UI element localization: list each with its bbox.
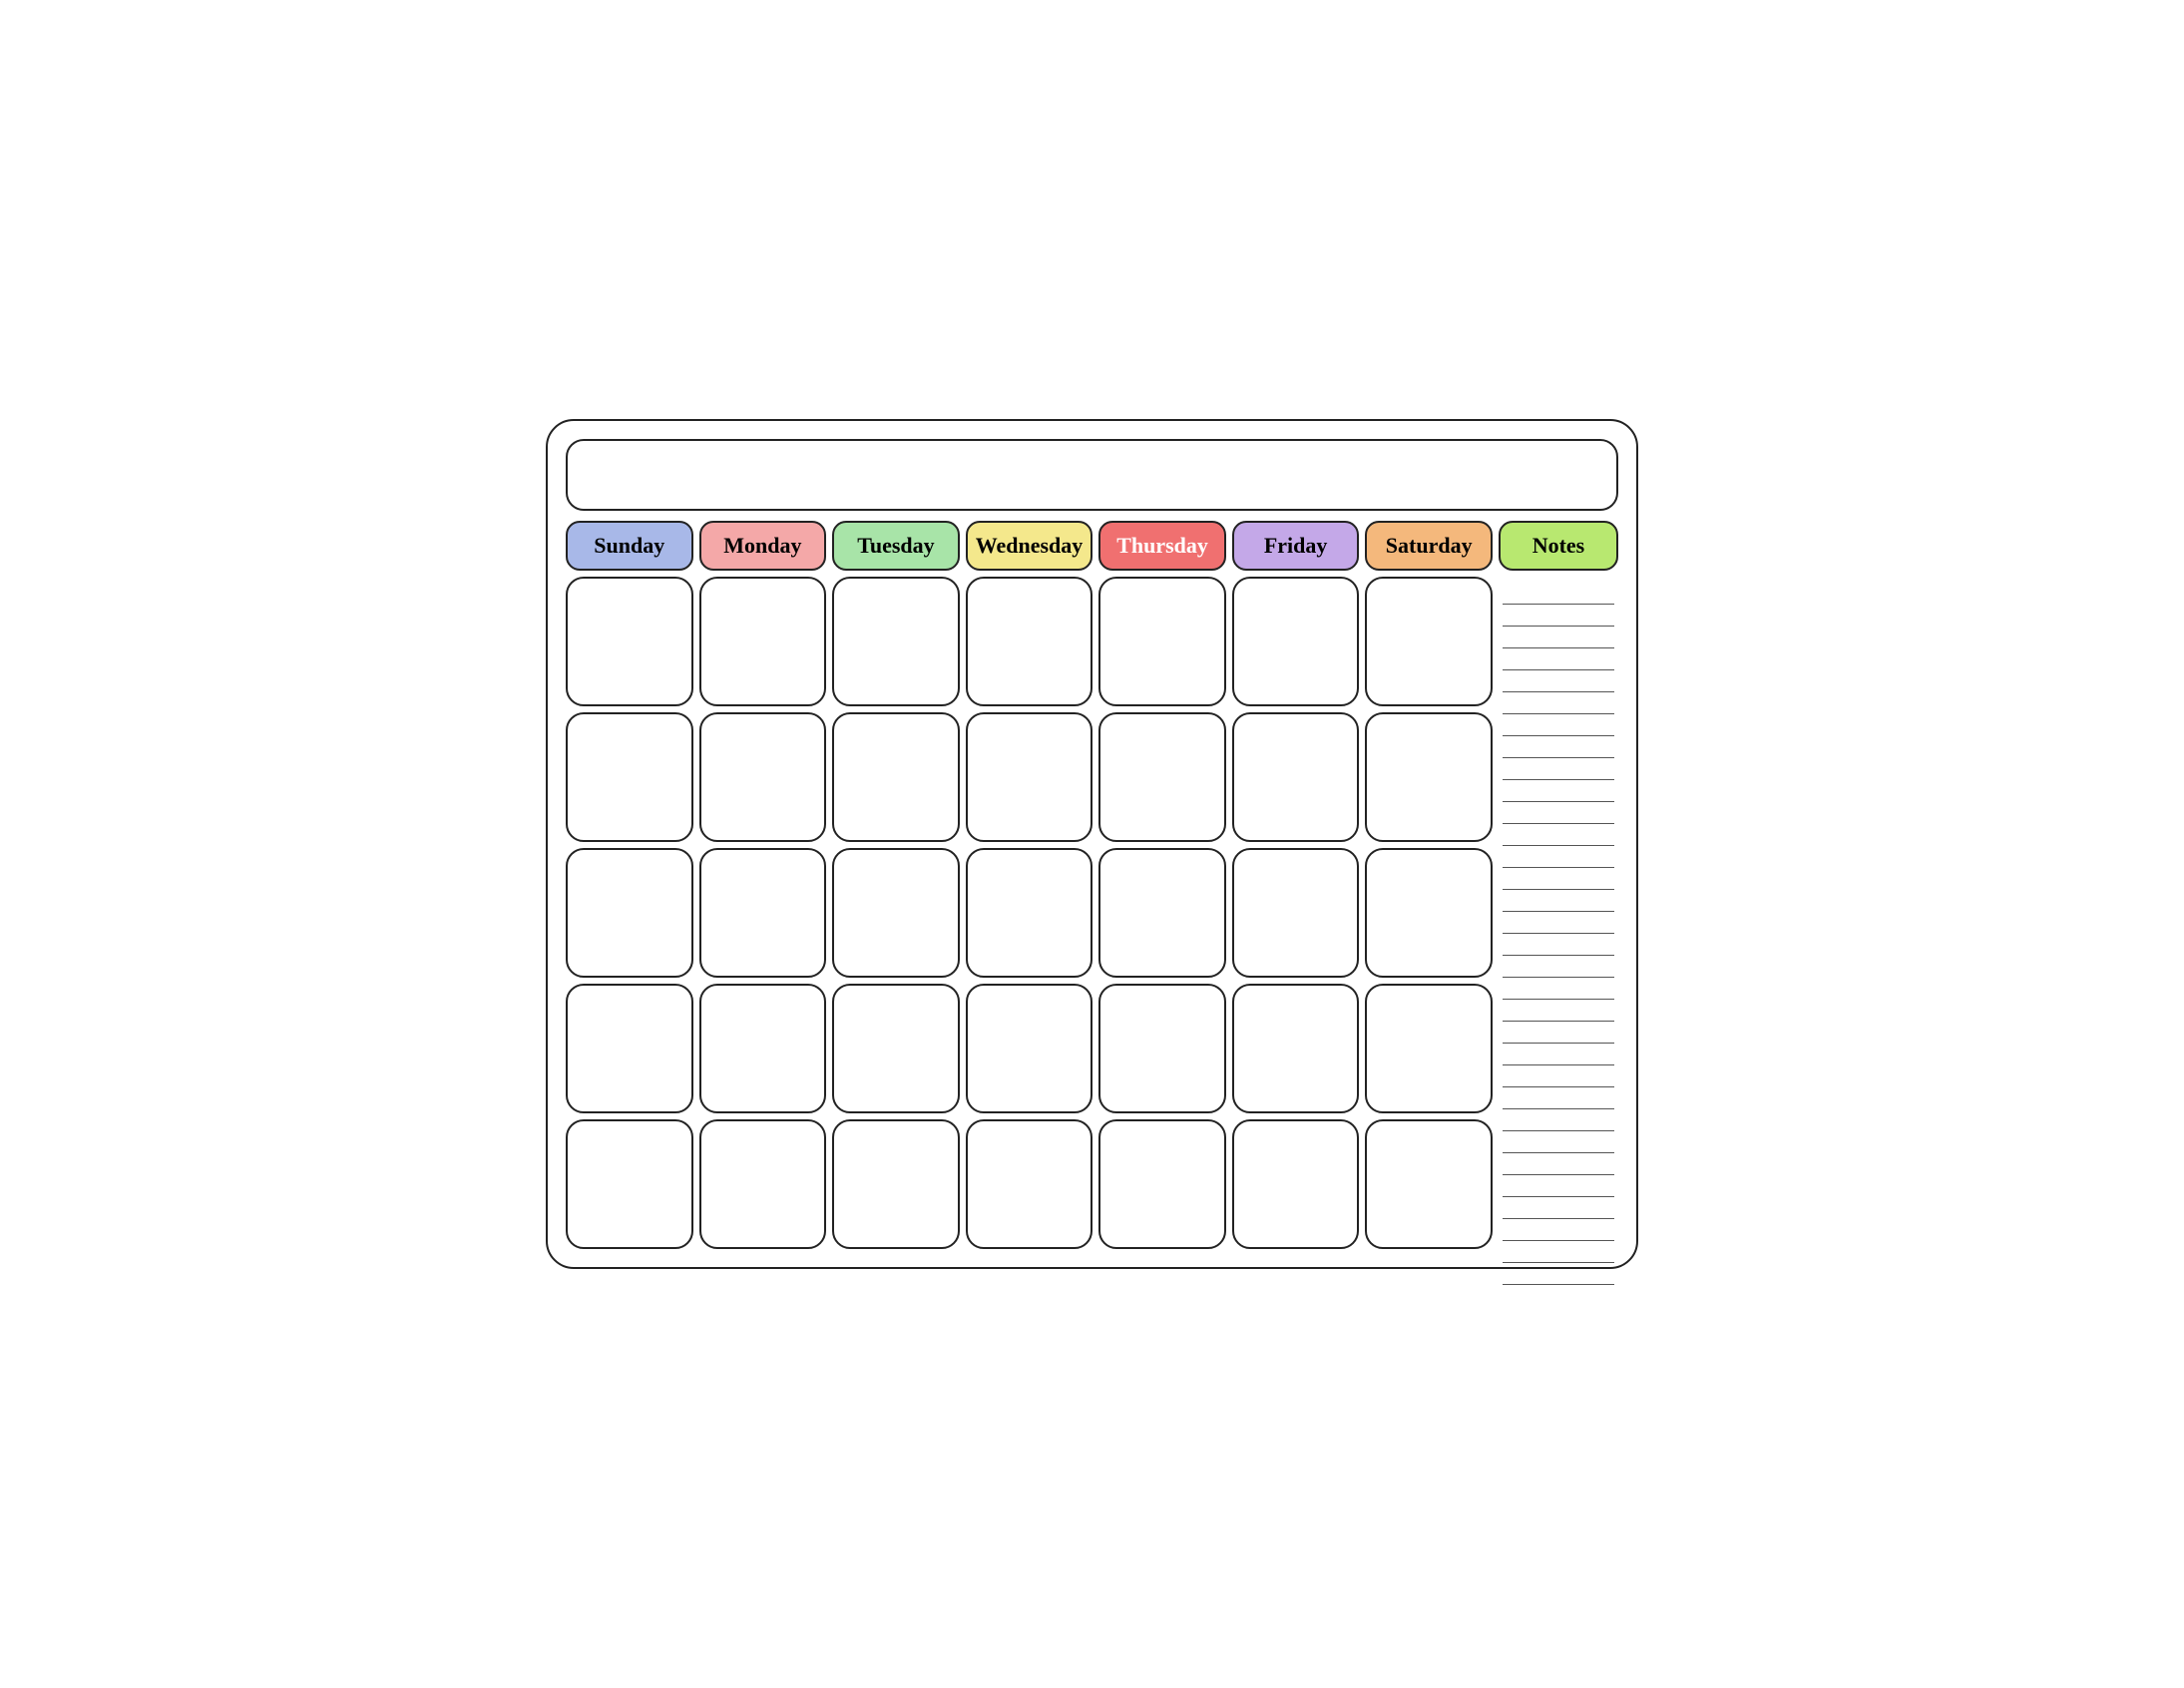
note-line	[1503, 1022, 1614, 1044]
note-line	[1503, 824, 1614, 846]
cell-row2-wed[interactable]	[966, 712, 1093, 842]
note-line	[1503, 1044, 1614, 1065]
notes-lines[interactable]	[1499, 577, 1618, 1291]
header-notes: Notes	[1499, 521, 1618, 571]
note-line	[1503, 978, 1614, 1000]
note-line	[1503, 1197, 1614, 1219]
cell-row1-sun[interactable]	[566, 577, 693, 706]
note-line	[1503, 1153, 1614, 1175]
cell-row4-tue[interactable]	[832, 984, 960, 1113]
cell-row5-tue[interactable]	[832, 1119, 960, 1249]
cell-row3-mon[interactable]	[699, 848, 827, 978]
note-line	[1503, 670, 1614, 692]
header-friday: Friday	[1232, 521, 1360, 571]
note-line	[1503, 1219, 1614, 1241]
cell-row4-fri[interactable]	[1232, 984, 1360, 1113]
cell-row3-sun[interactable]	[566, 848, 693, 978]
cell-row1-sat[interactable]	[1365, 577, 1493, 706]
note-line	[1503, 802, 1614, 824]
note-line	[1503, 846, 1614, 868]
cell-row5-sun[interactable]	[566, 1119, 693, 1249]
note-line	[1503, 1241, 1614, 1263]
note-line	[1503, 736, 1614, 758]
cell-row1-mon[interactable]	[699, 577, 827, 706]
cell-row2-tue[interactable]	[832, 712, 960, 842]
note-line	[1503, 1087, 1614, 1109]
header-tuesday: Tuesday	[832, 521, 960, 571]
note-line	[1503, 692, 1614, 714]
cell-row1-wed[interactable]	[966, 577, 1093, 706]
note-line	[1503, 1065, 1614, 1087]
cell-row2-thu[interactable]	[1098, 712, 1226, 842]
cell-row3-thu[interactable]	[1098, 848, 1226, 978]
note-line	[1503, 934, 1614, 956]
header-wednesday: Wednesday	[966, 521, 1093, 571]
cell-row2-fri[interactable]	[1232, 712, 1360, 842]
cell-row5-thu[interactable]	[1098, 1119, 1226, 1249]
note-line	[1503, 780, 1614, 802]
cell-row1-fri[interactable]	[1232, 577, 1360, 706]
calendar-wrapper: Sunday Monday Tuesday Wednesday Thursday…	[546, 419, 1638, 1269]
note-line	[1503, 890, 1614, 912]
cell-row5-fri[interactable]	[1232, 1119, 1360, 1249]
note-line	[1503, 956, 1614, 978]
header-sunday: Sunday	[566, 521, 693, 571]
note-line	[1503, 758, 1614, 780]
cell-row1-tue[interactable]	[832, 577, 960, 706]
note-line	[1503, 868, 1614, 890]
note-line	[1503, 1109, 1614, 1131]
cell-row2-mon[interactable]	[699, 712, 827, 842]
note-line	[1503, 1131, 1614, 1153]
note-line	[1503, 1263, 1614, 1285]
cell-row5-sat[interactable]	[1365, 1119, 1493, 1249]
cell-row4-sat[interactable]	[1365, 984, 1493, 1113]
cell-row3-fri[interactable]	[1232, 848, 1360, 978]
cell-row5-wed[interactable]	[966, 1119, 1093, 1249]
cell-row5-mon[interactable]	[699, 1119, 827, 1249]
header-monday: Monday	[699, 521, 827, 571]
note-line	[1503, 648, 1614, 670]
cell-row4-sun[interactable]	[566, 984, 693, 1113]
title-bar[interactable]	[566, 439, 1618, 511]
note-line	[1503, 583, 1614, 605]
header-saturday: Saturday	[1365, 521, 1493, 571]
note-line	[1503, 912, 1614, 934]
cell-row3-sat[interactable]	[1365, 848, 1493, 978]
main-grid: Sunday Monday Tuesday Wednesday Thursday…	[566, 521, 1618, 1249]
cell-row1-thu[interactable]	[1098, 577, 1226, 706]
notes-side	[1499, 577, 1618, 1249]
note-line	[1503, 627, 1614, 648]
cell-row2-sat[interactable]	[1365, 712, 1493, 842]
note-line	[1503, 1175, 1614, 1197]
note-line	[1503, 1000, 1614, 1022]
cell-row3-wed[interactable]	[966, 848, 1093, 978]
cell-row2-sun[interactable]	[566, 712, 693, 842]
cell-row4-thu[interactable]	[1098, 984, 1226, 1113]
cell-row3-tue[interactable]	[832, 848, 960, 978]
cell-row4-wed[interactable]	[966, 984, 1093, 1113]
cell-row4-mon[interactable]	[699, 984, 827, 1113]
note-line	[1503, 714, 1614, 736]
header-thursday: Thursday	[1098, 521, 1226, 571]
note-line	[1503, 605, 1614, 627]
